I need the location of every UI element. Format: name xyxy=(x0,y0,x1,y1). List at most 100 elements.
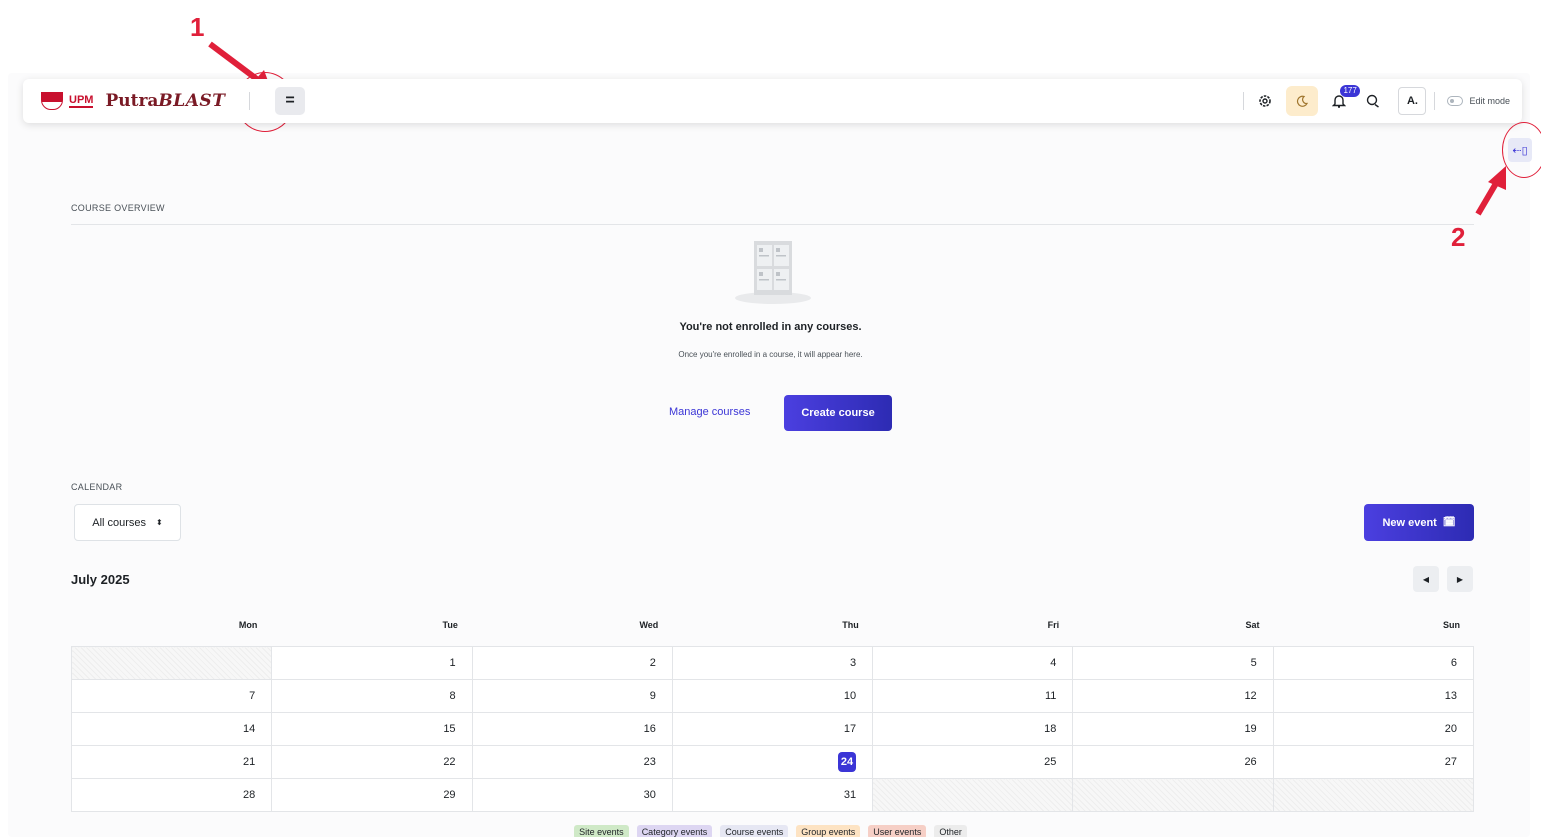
calendar-day[interactable]: 2 xyxy=(471,646,673,680)
calendar-day[interactable]: 9 xyxy=(471,679,673,713)
edit-mode-label: Edit mode xyxy=(1469,96,1510,106)
calendar-day[interactable]: 10 xyxy=(671,679,874,713)
weekday-sun: Sun xyxy=(1443,620,1460,630)
weekday-wed: Wed xyxy=(639,620,659,630)
legend-category-events[interactable]: Category events xyxy=(636,825,713,837)
navbar-right: 177 A. Edit mode xyxy=(1243,79,1510,123)
calendar-day[interactable]: 23 xyxy=(471,745,673,779)
day-number: 14 xyxy=(243,723,256,735)
site-logo[interactable]: UPM PutraBLAST xyxy=(41,91,225,111)
legend-course-events[interactable]: Course events xyxy=(720,825,789,837)
day-number: 15 xyxy=(443,723,456,735)
legend-user-events[interactable]: User events xyxy=(868,825,927,837)
upm-crest-icon xyxy=(41,92,63,110)
day-number: 7 xyxy=(249,690,256,702)
previous-month-button[interactable]: ◀ xyxy=(1413,566,1439,592)
calendar-day[interactable]: 25 xyxy=(872,745,1074,779)
calendar-day[interactable]: 3 xyxy=(671,646,874,680)
calendar-day[interactable]: 18 xyxy=(872,712,1074,746)
next-month-button[interactable]: ▶ xyxy=(1447,566,1473,592)
day-number: 18 xyxy=(1044,723,1057,735)
weekday-sat: Sat xyxy=(1245,620,1260,630)
annotation-number-2: 2 xyxy=(1451,222,1466,252)
calendar-day[interactable]: 27 xyxy=(1272,745,1475,779)
calendar-title: CALENDAR xyxy=(71,482,123,492)
day-number: 30 xyxy=(643,789,656,801)
weekday-fri: Fri xyxy=(1047,620,1060,630)
courses-empty-illustration xyxy=(734,240,812,306)
new-event-label: New event xyxy=(1382,516,1437,529)
day-number: 2 xyxy=(649,657,656,669)
day-number: 3 xyxy=(850,657,857,669)
day-number: 22 xyxy=(443,756,456,768)
course-index-drawer-button[interactable]: = xyxy=(275,87,305,115)
calendar-month-grid: 1 2 3 4 5 6 7 8 9 10 11 12 13 14 15 16 17 18 19 20 21 22 23 24 2… xyxy=(70,646,1475,812)
day-number: 17 xyxy=(843,723,857,735)
create-course-button[interactable]: Create course xyxy=(784,395,892,431)
dark-mode-toggle[interactable] xyxy=(1286,86,1319,116)
edit-mode-switch[interactable] xyxy=(1447,96,1464,106)
empty-state-title: You're not enrolled in any courses. xyxy=(679,321,862,333)
weekday-mon: Mon xyxy=(238,620,258,630)
calendar-day[interactable]: 15 xyxy=(271,712,473,746)
calendar-day[interactable]: 24 xyxy=(671,745,874,779)
settings-icon[interactable] xyxy=(1248,84,1282,118)
course-filter-select[interactable]: All courses ⬍ xyxy=(74,504,181,541)
legend-other[interactable]: Other xyxy=(934,825,967,837)
top-navbar: UPM PutraBLAST = 177 A. Edit mode xyxy=(23,79,1522,123)
day-number: 4 xyxy=(1050,657,1057,669)
calendar-day[interactable]: 30 xyxy=(471,778,673,812)
legend-group-events[interactable]: Group events xyxy=(796,825,861,837)
caret-left-icon: ◀ xyxy=(1422,574,1430,584)
menu-icon: = xyxy=(285,92,295,109)
manage-courses-link[interactable]: Manage courses xyxy=(669,406,750,418)
calendar-day[interactable]: 20 xyxy=(1272,712,1475,746)
calendar-week-row: 1 2 3 4 5 6 xyxy=(70,646,1475,680)
notifications-button[interactable]: 177 xyxy=(1322,84,1360,118)
day-number: 27 xyxy=(1444,756,1457,768)
weekday-thu: Thu xyxy=(842,620,859,630)
day-number: 6 xyxy=(1450,657,1457,669)
day-number: 26 xyxy=(1244,756,1257,768)
calendar-day[interactable]: 4 xyxy=(872,646,1074,680)
calendar-day[interactable]: 29 xyxy=(271,778,473,812)
divider xyxy=(249,92,251,110)
calendar-day[interactable]: 28 xyxy=(70,778,273,812)
day-number: 29 xyxy=(443,789,456,801)
calendar-week-row: 21 22 23 24 25 26 27 xyxy=(70,745,1475,779)
calendar-day[interactable]: 13 xyxy=(1272,679,1475,713)
month-label: July 2025 xyxy=(71,572,130,587)
calendar-week-row: 14 15 16 17 18 19 20 xyxy=(70,712,1475,746)
new-event-button[interactable]: New event 🗓 xyxy=(1364,504,1474,541)
calendar-day[interactable]: 16 xyxy=(471,712,673,746)
user-avatar[interactable]: A. xyxy=(1398,87,1427,115)
calendar-day[interactable]: 11 xyxy=(872,679,1074,713)
calendar-day[interactable]: 22 xyxy=(271,745,473,779)
day-number: 23 xyxy=(643,756,656,768)
caret-right-icon: ▶ xyxy=(1456,574,1464,584)
calendar-empty-day xyxy=(70,646,273,680)
event-legend: Site events Category events Course events G… xyxy=(0,825,1541,837)
legend-site-events[interactable]: Site events xyxy=(574,825,629,837)
calendar-day[interactable]: 31 xyxy=(671,778,874,812)
calendar-day[interactable]: 6 xyxy=(1272,646,1475,680)
calendar-day[interactable]: 19 xyxy=(1072,712,1274,746)
page: 1 UPM PutraBLAST = 177 A. Edit mode ⇠▯ 2… xyxy=(0,0,1541,837)
calendar-day[interactable]: 12 xyxy=(1072,679,1274,713)
divider xyxy=(1434,92,1436,110)
day-number: 20 xyxy=(1444,723,1457,735)
calendar-day[interactable]: 7 xyxy=(70,679,273,713)
calendar-day[interactable]: 8 xyxy=(271,679,473,713)
messages-button[interactable] xyxy=(1356,84,1390,118)
day-number: 31 xyxy=(843,789,857,801)
calendar-day[interactable]: 17 xyxy=(671,712,874,746)
calendar-day[interactable]: 5 xyxy=(1072,646,1274,680)
day-number: 5 xyxy=(1250,657,1257,669)
day-number: 21 xyxy=(243,756,256,768)
calendar-day[interactable]: 14 xyxy=(70,712,273,746)
course-overview-title: COURSE OVERVIEW xyxy=(71,203,165,213)
calendar-day[interactable]: 1 xyxy=(271,646,473,680)
calendar-day[interactable]: 21 xyxy=(70,745,273,779)
today-day-number: 24 xyxy=(837,752,857,772)
calendar-day[interactable]: 26 xyxy=(1072,745,1274,779)
